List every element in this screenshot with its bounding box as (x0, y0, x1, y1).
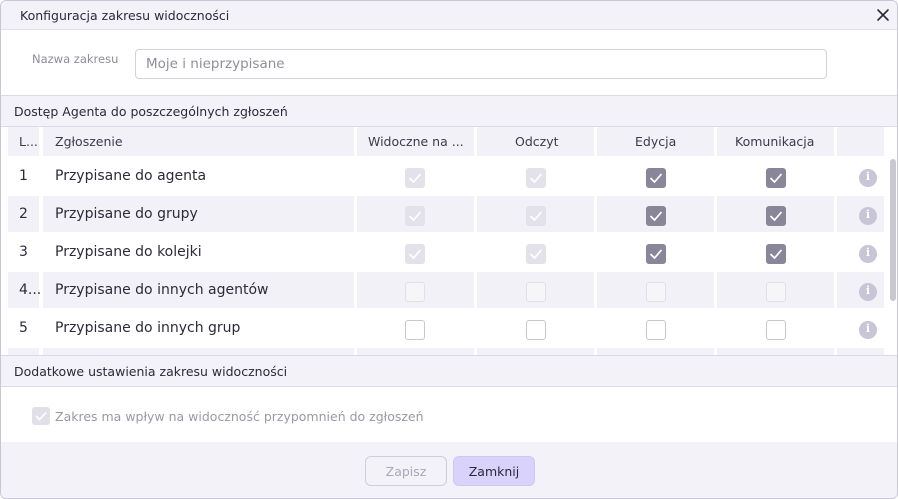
edit-checkbox[interactable] (646, 320, 666, 340)
check-icon (529, 249, 543, 260)
column-header-info (837, 127, 884, 156)
reminder-visibility-label: Zakres ma wpływ na widoczność przypomnie… (55, 409, 424, 424)
read-checkbox[interactable] (526, 282, 546, 302)
access-table: L... Zgłoszenie Widoczne na ... Odczyt E… (1, 127, 897, 355)
save-button[interactable]: Zapisz (365, 456, 447, 486)
edit-checkbox[interactable] (646, 282, 666, 302)
row-stripe (8, 348, 39, 355)
dialog-footer: Zapisz Zamknij (1, 442, 897, 498)
row-stripe (597, 348, 714, 355)
edit-checkbox[interactable] (646, 168, 666, 188)
check-icon (769, 211, 783, 222)
check-icon (408, 249, 422, 260)
access-section-title: Dostęp Agenta do poszczególnych zgłoszeń (14, 104, 288, 119)
dialog-title: Konfiguracja zakresu widoczności (20, 8, 230, 23)
check-icon (769, 173, 783, 184)
communication-checkbox[interactable] (766, 282, 786, 302)
row-number: 4... (19, 282, 42, 298)
info-icon[interactable]: i (859, 321, 877, 339)
scope-name-label: Nazwa zakresu (32, 52, 119, 66)
visible-checkbox[interactable] (405, 168, 425, 188)
read-checkbox[interactable] (526, 320, 546, 340)
row-ticket-name: Przypisane do kolejki (55, 244, 202, 260)
access-section-header: Dostęp Agenta do poszczególnych zgłoszeń (1, 95, 897, 127)
check-icon (649, 173, 663, 184)
info-glyph: i (865, 284, 871, 297)
read-checkbox[interactable] (526, 168, 546, 188)
extra-section-header: Dodatkowe ustawienia zakresu widoczności (1, 355, 897, 387)
dialog-titlebar: Konfiguracja zakresu widoczności (1, 1, 897, 30)
reminder-visibility-checkbox[interactable] (32, 407, 50, 425)
visible-checkbox[interactable] (405, 244, 425, 264)
column-header-lp-label: L... (19, 134, 38, 149)
check-icon (649, 211, 663, 222)
edit-checkbox[interactable] (646, 206, 666, 226)
info-glyph: i (865, 208, 871, 221)
info-glyph: i (865, 322, 871, 335)
extra-section-title: Dodatkowe ustawienia zakresu widoczności (14, 364, 288, 379)
scope-config-dialog: Konfiguracja zakresu widoczności Nazwa z… (0, 0, 898, 499)
info-icon[interactable]: i (859, 283, 877, 301)
communication-checkbox[interactable] (766, 320, 786, 340)
check-icon (529, 173, 543, 184)
edit-checkbox[interactable] (646, 244, 666, 264)
column-header-visible-label: Widoczne na ... (368, 134, 464, 149)
check-icon (35, 411, 47, 421)
visible-checkbox[interactable] (405, 282, 425, 302)
row-number: 2 (19, 206, 28, 222)
column-header-edit-label: Edycja (635, 134, 677, 149)
row-ticket-name: Przypisane do agenta (55, 168, 207, 184)
row-stripe (717, 348, 834, 355)
visible-checkbox[interactable] (405, 320, 425, 340)
table-scrollbar[interactable] (890, 159, 896, 301)
visible-checkbox[interactable] (405, 206, 425, 226)
check-icon (529, 211, 543, 222)
column-header-ticket-label: Zgłoszenie (55, 134, 123, 149)
row-ticket-name: Przypisane do innych agentów (55, 282, 269, 298)
communication-checkbox[interactable] (766, 168, 786, 188)
check-icon (408, 211, 422, 222)
row-stripe (837, 348, 884, 355)
row-number: 5 (19, 320, 28, 336)
column-header-read-label: Odczyt (515, 134, 559, 149)
row-number: 1 (19, 168, 28, 184)
column-header-communication[interactable]: Komunikacja (717, 127, 834, 156)
row-ticket-name: Przypisane do innych grup (55, 320, 241, 336)
read-checkbox[interactable] (526, 244, 546, 264)
info-icon[interactable]: i (859, 207, 877, 225)
row-number: 3 (19, 244, 28, 260)
communication-checkbox[interactable] (766, 244, 786, 264)
scope-name-input[interactable] (135, 49, 827, 79)
row-stripe (43, 348, 354, 355)
column-header-visible[interactable]: Widoczne na ... (357, 127, 474, 156)
info-glyph: i (865, 246, 871, 259)
close-icon[interactable] (874, 6, 892, 24)
column-header-lp[interactable]: L... (8, 127, 39, 156)
communication-checkbox[interactable] (766, 206, 786, 226)
column-header-read[interactable]: Odczyt (477, 127, 594, 156)
close-button[interactable]: Zamknij (453, 456, 535, 486)
check-icon (408, 173, 422, 184)
info-icon[interactable]: i (859, 245, 877, 263)
read-checkbox[interactable] (526, 206, 546, 226)
info-icon[interactable]: i (859, 169, 877, 187)
column-header-ticket[interactable]: Zgłoszenie (43, 127, 354, 156)
column-header-communication-label: Komunikacja (735, 134, 815, 149)
check-icon (769, 249, 783, 260)
column-header-edit[interactable]: Edycja (597, 127, 714, 156)
check-icon (649, 249, 663, 260)
row-stripe (477, 348, 594, 355)
info-glyph: i (865, 170, 871, 183)
row-stripe (357, 348, 474, 355)
row-ticket-name: Przypisane do grupy (55, 206, 198, 222)
